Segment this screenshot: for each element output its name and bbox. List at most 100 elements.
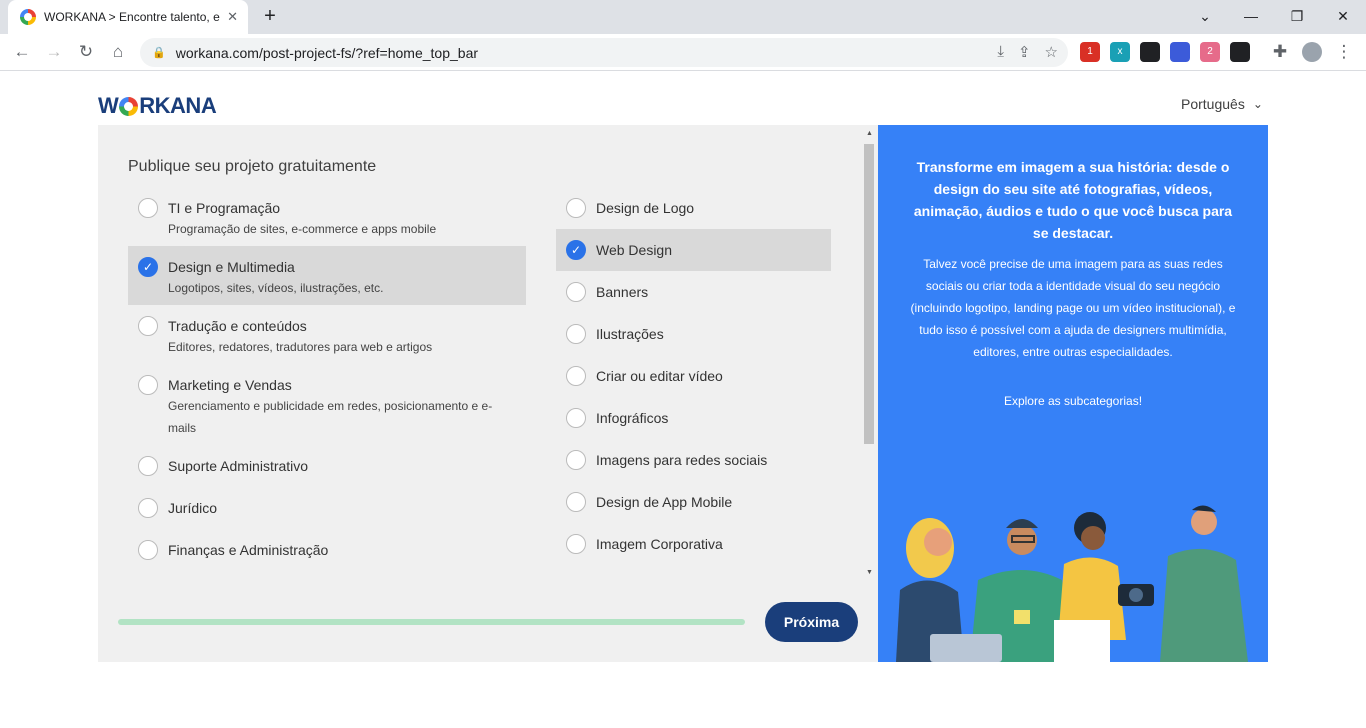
category-text: Marketing e Vendas Gerenciamento e public… xyxy=(168,375,518,439)
category-label: Marketing e Vendas xyxy=(168,377,292,393)
extensions-bar: 1x 2 xyxy=(1080,42,1250,62)
subcategory-label: Design de App Mobile xyxy=(596,494,733,510)
subcategory-text: Design de Logo xyxy=(596,198,694,218)
category-description: Editores, redatores, tradutores para web… xyxy=(168,340,433,354)
subcategory-text: Web Design xyxy=(596,240,672,260)
list-scrollbar[interactable]: ▲ ▼ xyxy=(862,128,876,580)
menu-kebab-icon[interactable]: ⋮ xyxy=(1332,40,1356,64)
category-option[interactable]: Jurídico xyxy=(138,498,518,518)
subcategory-option[interactable]: Design de Logo xyxy=(566,198,694,218)
progress-bar xyxy=(118,619,745,625)
back-button[interactable]: ← xyxy=(10,40,34,64)
category-description: Programação de sites, e-commerce e apps … xyxy=(168,222,437,236)
info-explore: Explore as subcategorias! xyxy=(1003,394,1143,408)
category-text: TI e Programação Programação de sites, e-… xyxy=(168,198,436,240)
reload-button[interactable]: ↻ xyxy=(74,40,98,64)
subcategory-option[interactable]: Ilustrações xyxy=(566,324,664,344)
ext-pink-icon[interactable]: 2 xyxy=(1200,42,1220,62)
radio-icon[interactable] xyxy=(566,324,586,344)
category-option[interactable]: Marketing e Vendas Gerenciamento e public… xyxy=(138,375,518,439)
address-bar[interactable]: 🔒 workana.com/post-project-fs/?ref=home_… xyxy=(140,38,1068,67)
subcategory-option[interactable]: Imagens para redes sociais xyxy=(566,450,767,470)
category-option[interactable]: Tradução e conteúdos Editores, redatores,… xyxy=(138,316,518,358)
scroll-up-arrow-icon[interactable]: ▲ xyxy=(866,130,873,137)
radio-icon[interactable] xyxy=(138,456,158,476)
category-label: TI e Programação xyxy=(168,200,281,216)
radio-icon[interactable] xyxy=(566,492,586,512)
scroll-thumb[interactable] xyxy=(864,144,874,444)
category-option[interactable]: Finanças e Administração xyxy=(138,540,518,560)
subcategory-option[interactable]: Design de App Mobile xyxy=(566,492,732,512)
install-icon[interactable]: ⤓ xyxy=(997,43,1004,61)
chevron-down-icon: ⌄ xyxy=(1252,97,1263,111)
close-window-button[interactable]: ✕ xyxy=(1320,0,1366,32)
category-option[interactable]: ✓ Design e Multimedia Logotipos, sites, ví… xyxy=(138,257,518,299)
home-button[interactable]: ⌂ xyxy=(106,40,130,64)
category-option[interactable]: TI e Programação Programação de sites, e-… xyxy=(138,198,518,240)
subcategory-option[interactable]: ✓ Web Design xyxy=(566,240,672,260)
forward-button[interactable]: → xyxy=(42,40,66,64)
subcategory-text: Imagem Corporativa xyxy=(596,534,723,554)
subcategory-label: Imagem Corporativa xyxy=(596,536,723,552)
scroll-fade xyxy=(98,578,858,590)
radio-icon[interactable] xyxy=(138,375,158,395)
radio-icon[interactable] xyxy=(566,408,586,428)
address-url[interactable]: workana.com/post-project-fs/?ref=home_to… xyxy=(176,45,478,61)
subcategory-text: Infográficos xyxy=(596,408,668,428)
category-label: Jurídico xyxy=(168,500,218,516)
omnibox-actions: ⤓ ⇪ ☆ xyxy=(997,43,1058,61)
category-text: Tradução e conteúdos Editores, redatores,… xyxy=(168,316,432,358)
profile-avatar[interactable] xyxy=(1300,40,1324,64)
workana-favicon-icon xyxy=(20,9,36,25)
tab-close-icon[interactable]: ✕ xyxy=(227,9,238,25)
category-description: Gerenciamento e publicidade em redes, po… xyxy=(168,399,493,435)
category-text: Design e Multimedia Logotipos, sites, víd… xyxy=(168,257,383,299)
subcategory-option[interactable]: Banners xyxy=(566,282,648,302)
subcategory-text: Imagens para redes sociais xyxy=(596,450,767,470)
browser-toolbar: ← → ↻ ⌂ 🔒 workana.com/post-project-fs/?r… xyxy=(0,34,1366,71)
bookmark-star-icon[interactable]: ☆ xyxy=(1045,43,1058,61)
ext-face-icon[interactable] xyxy=(1170,42,1190,62)
radio-icon[interactable] xyxy=(566,450,586,470)
radio-icon[interactable] xyxy=(566,282,586,302)
chevron-down-icon[interactable]: ⌄ xyxy=(1182,0,1228,32)
radio-icon[interactable] xyxy=(138,498,158,518)
radio-checked-icon[interactable]: ✓ xyxy=(566,240,586,260)
browser-tabstrip: WORKANA > Encontre talento, e ✕ + ⌄ — ❐ … xyxy=(0,0,1366,34)
info-heading: Transforme em imagem a sua história: des… xyxy=(913,159,1233,241)
team-illustration xyxy=(896,505,1248,662)
share-icon[interactable]: ⇪ xyxy=(1018,43,1031,61)
form-title: Publique seu projeto gratuitamente xyxy=(128,158,377,175)
ext-dark-icon[interactable] xyxy=(1230,42,1250,62)
radio-icon[interactable] xyxy=(566,198,586,218)
language-selector[interactable]: Português ⌄ xyxy=(1181,96,1263,112)
browser-tab[interactable]: WORKANA > Encontre talento, e ✕ xyxy=(8,0,248,34)
minimize-button[interactable]: — xyxy=(1228,0,1274,32)
category-text: Jurídico xyxy=(168,498,217,518)
radio-icon[interactable] xyxy=(566,366,586,386)
puzzle-extensions-icon[interactable]: ✚ xyxy=(1268,40,1292,64)
restore-button[interactable]: ❐ xyxy=(1274,0,1320,32)
subcategory-option[interactable]: Criar ou editar vídeo xyxy=(566,366,723,386)
radio-icon[interactable] xyxy=(566,534,586,554)
new-tab-button[interactable]: + xyxy=(258,4,282,28)
category-label: Suporte Administrativo xyxy=(168,458,309,474)
subcategory-option[interactable]: Imagem Corporativa xyxy=(566,534,723,554)
radio-icon[interactable] xyxy=(138,540,158,560)
category-option[interactable]: Suporte Administrativo xyxy=(138,456,518,476)
subcategory-label: Web Design xyxy=(596,242,673,258)
radio-icon[interactable] xyxy=(138,316,158,336)
ext-red-icon[interactable]: 1 xyxy=(1080,42,1100,62)
logo-o-icon xyxy=(119,97,139,116)
subcategory-option[interactable]: Infográficos xyxy=(566,408,668,428)
next-button[interactable]: Próxima xyxy=(765,602,858,642)
ext-teal-icon[interactable]: x xyxy=(1110,42,1130,62)
info-panel: Transforme em imagem a sua história: des… xyxy=(878,125,1268,662)
category-text: Finanças e Administração xyxy=(168,540,328,560)
scroll-down-arrow-icon[interactable]: ▼ xyxy=(866,569,873,576)
lock-icon[interactable]: 🔒 xyxy=(152,46,166,59)
radio-checked-icon[interactable]: ✓ xyxy=(138,257,158,277)
workana-logo[interactable]: W RKANA xyxy=(98,93,217,119)
ext-dash-icon[interactable] xyxy=(1140,42,1160,62)
radio-icon[interactable] xyxy=(138,198,158,218)
